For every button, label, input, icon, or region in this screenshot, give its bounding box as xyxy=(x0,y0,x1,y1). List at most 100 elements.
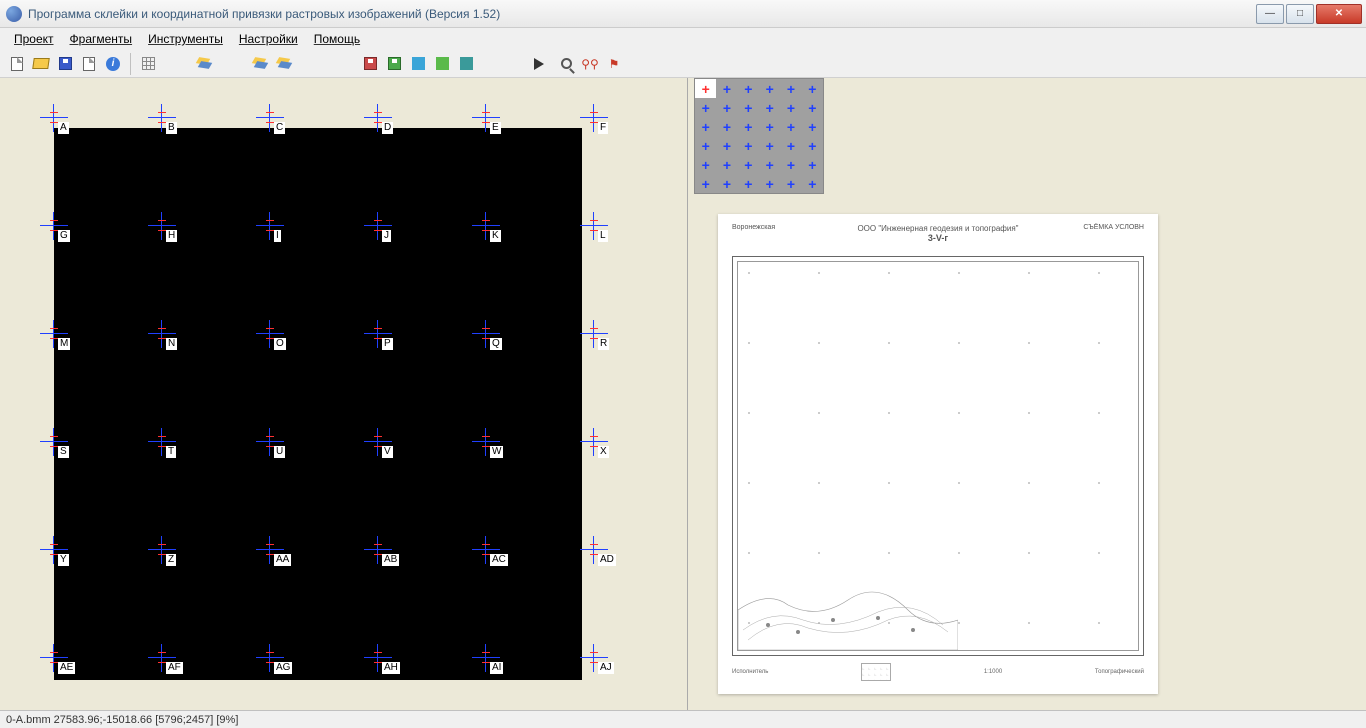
overview-cell[interactable]: + xyxy=(802,117,823,136)
control-point[interactable]: O xyxy=(256,320,284,348)
pins-button[interactable]: ⚲⚲ xyxy=(579,53,601,75)
control-point[interactable]: T xyxy=(148,428,176,456)
menu-settings[interactable]: Настройки xyxy=(231,30,306,48)
info-button[interactable]: i xyxy=(102,53,124,75)
control-point[interactable]: AE xyxy=(40,644,68,672)
menu-project[interactable]: Проект xyxy=(6,30,62,48)
new-button[interactable] xyxy=(6,53,28,75)
control-point[interactable]: H xyxy=(148,212,176,240)
overview-cell[interactable]: + xyxy=(716,155,737,174)
teal-button[interactable] xyxy=(455,53,477,75)
overview-cell[interactable]: + xyxy=(759,98,780,117)
control-point[interactable]: U xyxy=(256,428,284,456)
menu-fragments[interactable]: Фрагменты xyxy=(62,30,141,48)
control-point[interactable]: D xyxy=(364,104,392,132)
green-button[interactable] xyxy=(431,53,453,75)
control-point[interactable]: X xyxy=(580,428,608,456)
control-point[interactable]: AJ xyxy=(580,644,608,672)
control-point[interactable]: AA xyxy=(256,536,284,564)
overview-cell[interactable]: + xyxy=(780,79,801,98)
overview-cell[interactable]: + xyxy=(802,136,823,155)
layers2-button[interactable] xyxy=(249,53,271,75)
overview-cell[interactable]: + xyxy=(802,174,823,193)
overview-cell[interactable]: + xyxy=(716,79,737,98)
control-point[interactable]: AH xyxy=(364,644,392,672)
overview-cell[interactable]: + xyxy=(738,117,759,136)
overview-cell[interactable]: + xyxy=(759,79,780,98)
control-point[interactable]: AC xyxy=(472,536,500,564)
control-point[interactable]: S xyxy=(40,428,68,456)
overview-cell[interactable]: + xyxy=(759,155,780,174)
control-point[interactable]: B xyxy=(148,104,176,132)
overview-cell[interactable]: + xyxy=(738,136,759,155)
blue-button[interactable] xyxy=(407,53,429,75)
overview-cell[interactable]: + xyxy=(780,136,801,155)
overview-cell[interactable]: + xyxy=(802,98,823,117)
open-button[interactable] xyxy=(30,53,52,75)
overview-cell[interactable]: + xyxy=(716,174,737,193)
control-point[interactable]: AB xyxy=(364,536,392,564)
overview-cell[interactable]: + xyxy=(738,98,759,117)
close-button[interactable]: ✕ xyxy=(1316,4,1362,24)
control-point[interactable]: R xyxy=(580,320,608,348)
control-point[interactable]: AF xyxy=(148,644,176,672)
overview-grid[interactable]: ++++++++++++++++++++++++++++++++++++ xyxy=(694,78,824,194)
control-point[interactable]: AD xyxy=(580,536,608,564)
overview-cell[interactable]: + xyxy=(695,117,716,136)
zoom-button[interactable] xyxy=(555,53,577,75)
pointer-button[interactable] xyxy=(531,53,553,75)
overview-cell[interactable]: + xyxy=(738,79,759,98)
overview-cell[interactable]: + xyxy=(738,155,759,174)
disk1-button[interactable] xyxy=(359,53,381,75)
grid-button[interactable] xyxy=(137,53,159,75)
control-point[interactable]: C xyxy=(256,104,284,132)
overview-cell[interactable]: + xyxy=(759,136,780,155)
control-point[interactable]: W xyxy=(472,428,500,456)
overview-cell[interactable]: + xyxy=(695,174,716,193)
overview-cell[interactable]: + xyxy=(802,155,823,174)
overview-cell[interactable]: + xyxy=(759,174,780,193)
save-button[interactable] xyxy=(54,53,76,75)
minimize-button[interactable]: — xyxy=(1256,4,1284,24)
control-point[interactable]: V xyxy=(364,428,392,456)
new2-button[interactable] xyxy=(78,53,100,75)
overview-cell[interactable]: + xyxy=(716,98,737,117)
menu-tools[interactable]: Инструменты xyxy=(140,30,231,48)
control-point[interactable]: A xyxy=(40,104,68,132)
control-point[interactable]: P xyxy=(364,320,392,348)
overview-cell[interactable]: + xyxy=(695,79,716,98)
control-point[interactable]: Y xyxy=(40,536,68,564)
maximize-button[interactable]: □ xyxy=(1286,4,1314,24)
menu-help[interactable]: Помощь xyxy=(306,30,368,48)
overview-cell[interactable]: + xyxy=(695,136,716,155)
control-point[interactable]: J xyxy=(364,212,392,240)
control-point[interactable]: F xyxy=(580,104,608,132)
disk2-button[interactable] xyxy=(383,53,405,75)
overview-cell[interactable]: + xyxy=(802,79,823,98)
overview-cell[interactable]: + xyxy=(695,155,716,174)
layers1-button[interactable] xyxy=(193,53,215,75)
overview-cell[interactable]: + xyxy=(716,136,737,155)
control-point[interactable]: K xyxy=(472,212,500,240)
flag-button[interactable]: ⚑ xyxy=(603,53,625,75)
overview-cell[interactable]: + xyxy=(759,117,780,136)
overview-cell[interactable]: + xyxy=(780,117,801,136)
control-point[interactable]: AG xyxy=(256,644,284,672)
overview-cell[interactable]: + xyxy=(695,98,716,117)
overview-cell[interactable]: + xyxy=(780,155,801,174)
overview-cell[interactable]: + xyxy=(780,174,801,193)
control-point[interactable]: N xyxy=(148,320,176,348)
control-point[interactable]: AI xyxy=(472,644,500,672)
control-point[interactable]: G xyxy=(40,212,68,240)
control-point[interactable]: E xyxy=(472,104,500,132)
control-point[interactable]: M xyxy=(40,320,68,348)
layers3-button[interactable] xyxy=(273,53,295,75)
left-panel[interactable]: ABCDEFGHIJKLMNOPQRSTUVWXYZAAABACADAEAFAG… xyxy=(0,78,688,710)
overview-cell[interactable]: + xyxy=(780,98,801,117)
control-point[interactable]: I xyxy=(256,212,284,240)
overview-cell[interactable]: + xyxy=(738,174,759,193)
map-preview[interactable]: Воронежская ООО "Инженерная геодезия и т… xyxy=(718,214,1158,694)
control-point[interactable]: Z xyxy=(148,536,176,564)
control-point[interactable]: L xyxy=(580,212,608,240)
control-point[interactable]: Q xyxy=(472,320,500,348)
